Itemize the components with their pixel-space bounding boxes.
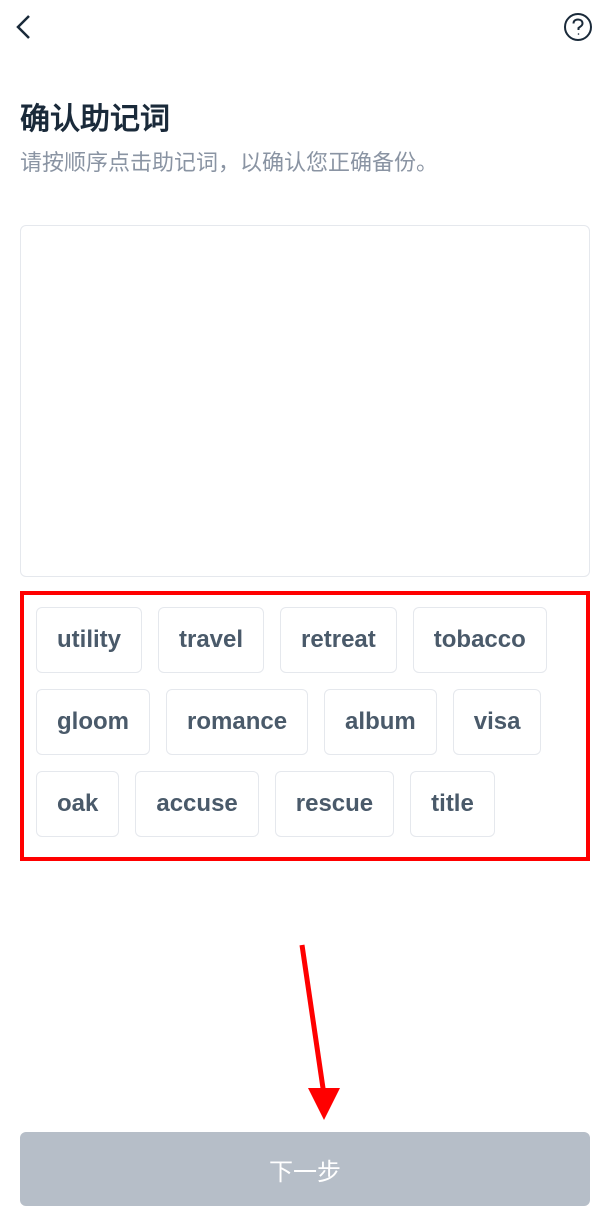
word-row: utility travel retreat tobacco [36,607,574,673]
word-chip-album[interactable]: album [324,689,437,755]
word-chip-romance[interactable]: romance [166,689,308,755]
word-row: oak accuse rescue title [36,771,574,837]
word-chip-title[interactable]: title [410,771,495,837]
word-chip-utility[interactable]: utility [36,607,142,673]
arrow-annotation-icon [290,940,360,1130]
page-title: 确认助记词 [20,94,590,138]
word-chip-accuse[interactable]: accuse [135,771,258,837]
word-chip-visa[interactable]: visa [453,689,542,755]
word-chip-oak[interactable]: oak [36,771,119,837]
word-chip-rescue[interactable]: rescue [275,771,394,837]
word-chip-gloom[interactable]: gloom [36,689,150,755]
selected-words-area[interactable] [20,225,590,577]
back-button[interactable] [6,9,42,45]
word-chip-retreat[interactable]: retreat [280,607,397,673]
chevron-left-icon [13,13,35,41]
word-chip-travel[interactable]: travel [158,607,264,673]
next-step-button[interactable]: 下一步 [20,1132,590,1206]
mnemonic-word-grid: utility travel retreat tobacco gloom rom… [20,591,590,861]
word-row: gloom romance album visa [36,689,574,755]
question-circle-icon [563,12,593,42]
help-button[interactable] [560,9,596,45]
page-subtitle: 请按顺序点击助记词，以确认您正确备份。 [20,148,590,179]
word-chip-tobacco[interactable]: tobacco [413,607,547,673]
content-header: 确认助记词 请按顺序点击助记词，以确认您正确备份。 [0,54,610,179]
next-step-label: 下一步 [269,1152,341,1187]
header-bar [0,0,610,54]
